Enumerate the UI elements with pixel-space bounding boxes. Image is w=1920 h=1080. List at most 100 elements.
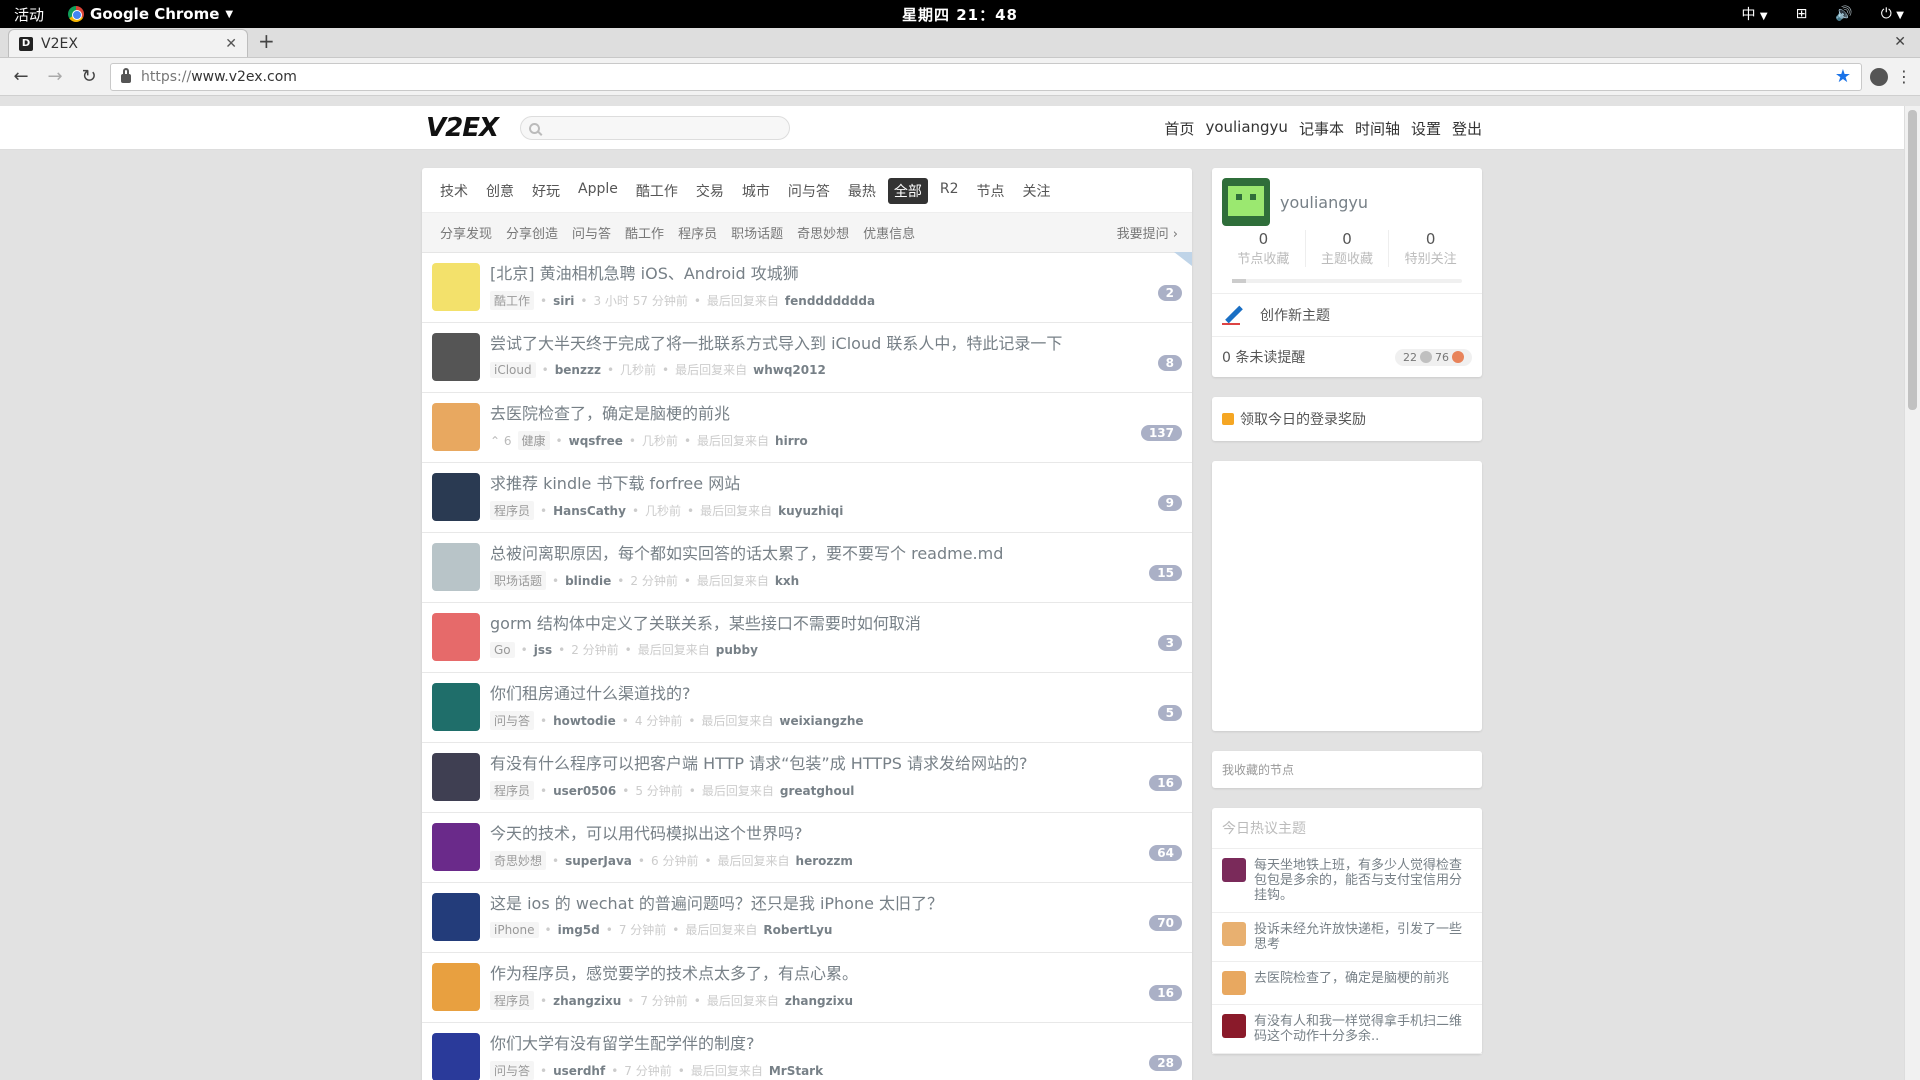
last-reply-user[interactable]: weixiangzhe (779, 714, 863, 728)
node-tag[interactable]: 职场话题 (490, 571, 547, 590)
tab-category[interactable]: 交易 (690, 178, 730, 204)
tab-category[interactable]: 创意 (480, 178, 520, 204)
author-avatar[interactable] (432, 893, 480, 941)
last-reply-user[interactable]: pubby (716, 643, 758, 657)
last-reply-user[interactable]: herozzm (796, 854, 853, 868)
tab-category[interactable]: 节点 (971, 178, 1011, 204)
topic-title[interactable]: 作为程序员，感觉要学的技术点太多了，有点心累。 (490, 963, 1149, 985)
hot-topic-avatar[interactable] (1222, 858, 1246, 882)
back-icon[interactable]: ← (8, 66, 34, 87)
profile-icon[interactable] (1870, 67, 1888, 86)
reply-count[interactable]: 2 (1157, 285, 1182, 301)
topic-author[interactable]: userdhf (553, 1064, 605, 1078)
hot-topic-link[interactable]: 去医院检查了，确定是脑梗的前兆 (1254, 971, 1449, 986)
reload-icon[interactable]: ↻ (76, 66, 102, 87)
node-tag[interactable]: iPhone (490, 921, 539, 938)
author-avatar[interactable] (432, 613, 480, 661)
tab-category[interactable]: 城市 (736, 178, 776, 204)
input-method-indicator[interactable]: 中 ▼ (1741, 4, 1767, 24)
topic-title[interactable]: gorm 结构体中定义了关联关系，某些接口不需要时如何取消 (490, 613, 1158, 635)
reply-count[interactable]: 16 (1149, 985, 1182, 1001)
reply-count[interactable]: 28 (1149, 1055, 1182, 1071)
create-topic-row[interactable]: 创作新主题 (1212, 293, 1482, 336)
nav-logout[interactable]: 登出 (1452, 118, 1482, 139)
username[interactable]: youliangyu (1280, 193, 1368, 212)
tab-category[interactable]: 酷工作 (630, 178, 684, 204)
node-tag[interactable]: 酷工作 (490, 291, 535, 310)
topic-author[interactable]: howtodie (553, 714, 616, 728)
new-tab-button[interactable]: + (258, 29, 275, 53)
topic-author[interactable]: img5d (558, 923, 600, 937)
topic-author[interactable]: siri (553, 294, 574, 308)
node-tag[interactable]: Go (490, 641, 515, 658)
subtab-node[interactable]: 职场话题 (731, 223, 783, 242)
author-avatar[interactable] (432, 473, 480, 521)
last-reply-user[interactable]: kxh (775, 574, 799, 588)
topic-title[interactable]: 这是 ios 的 wechat 的普遍问题吗？还只是我 iPhone 太旧了？ (490, 893, 1149, 915)
hot-topic-link[interactable]: 有没有人和我一样觉得拿手机扫二维码这个动作十分多余.. (1254, 1014, 1472, 1044)
scrollbar-thumb[interactable] (1908, 110, 1917, 410)
tab-category[interactable]: 最热 (842, 178, 882, 204)
reply-count[interactable]: 9 (1157, 495, 1182, 511)
power-icon[interactable]: ⏻ ▼ (1881, 6, 1904, 22)
forward-icon[interactable]: → (42, 66, 68, 87)
hot-topic-avatar[interactable] (1222, 922, 1246, 946)
author-avatar[interactable] (432, 543, 480, 591)
topic-title[interactable]: 尝试了大半天终于完成了将一批联系方式导入到 iCloud 联系人中，特此记录一下 (490, 333, 1158, 355)
subtab-node[interactable]: 酷工作 (625, 223, 664, 242)
unread-notifications[interactable]: 0 条未读提醒 (1222, 347, 1305, 367)
node-tag[interactable]: iCloud (490, 361, 536, 378)
close-tab-icon[interactable]: ✕ (225, 36, 237, 52)
reply-count[interactable]: 3 (1157, 635, 1182, 651)
node-tag[interactable]: 健康 (517, 431, 550, 450)
v2ex-logo[interactable]: V2EX (426, 113, 499, 143)
tab-category[interactable]: R2 (934, 178, 965, 204)
balance-badge[interactable]: 22 76 (1395, 348, 1472, 366)
search-input[interactable] (546, 120, 790, 136)
node-tag[interactable]: 程序员 (490, 781, 535, 800)
node-tag[interactable]: 程序员 (490, 501, 535, 520)
last-reply-user[interactable]: hirro (775, 434, 808, 448)
topic-title[interactable]: 去医院检查了，确定是脑梗的前兆 (490, 403, 1141, 425)
topic-author[interactable]: zhangzixu (553, 994, 621, 1008)
hot-topic-link[interactable]: 每天坐地铁上班，有多少人觉得检查包包是多余的，能否与支付宝信用分挂钩。 (1254, 858, 1472, 903)
last-reply-user[interactable]: MrStark (769, 1064, 823, 1078)
last-reply-user[interactable]: zhangzixu (785, 994, 853, 1008)
tab-category[interactable]: 好玩 (526, 178, 566, 204)
volume-icon[interactable]: 🔊 (1835, 6, 1852, 22)
reply-count[interactable]: 15 (1149, 565, 1182, 581)
daily-reward-box[interactable]: 领取今日的登录奖励 (1212, 397, 1482, 441)
window-close-icon[interactable]: ✕ (1894, 34, 1906, 50)
url-text[interactable]: https://www.v2ex.com (141, 69, 1825, 85)
author-avatar[interactable] (432, 753, 480, 801)
network-icon[interactable]: ⊞ (1796, 6, 1808, 22)
author-avatar[interactable] (432, 333, 480, 381)
search-box[interactable] (520, 116, 791, 140)
tab-category[interactable]: 全部 (887, 178, 928, 204)
last-reply-user[interactable]: greatghoul (780, 784, 855, 798)
clock[interactable]: 星期四 21：48 (902, 4, 1018, 25)
stat-node-favs[interactable]: 0 节点收藏 (1222, 230, 1306, 267)
node-tag[interactable]: 程序员 (490, 991, 535, 1010)
topic-author[interactable]: HansCathy (553, 504, 626, 518)
topic-author[interactable]: wqsfree (569, 434, 623, 448)
topic-author[interactable]: blindie (565, 574, 611, 588)
last-reply-user[interactable]: fenddddddda (785, 294, 875, 308)
tab-category[interactable]: 关注 (1017, 178, 1057, 204)
nav-timeline[interactable]: 时间轴 (1355, 118, 1400, 139)
last-reply-user[interactable]: RobertLyu (763, 923, 832, 937)
topic-title[interactable]: 你们大学有没有留学生配学伴的制度? (490, 1033, 1149, 1055)
stat-topic-favs[interactable]: 0 主题收藏 (1306, 230, 1390, 267)
reply-count[interactable]: 64 (1149, 845, 1182, 861)
topic-title[interactable]: 你们租房通过什么渠道找的? (490, 683, 1158, 705)
reply-count[interactable]: 70 (1149, 915, 1182, 931)
hot-topic-link[interactable]: 投诉未经允许放快递柜，引发了一些思考 (1254, 922, 1472, 952)
topic-title[interactable]: 总被问离职原因，每个都如实回答的话太累了，要不要写个 readme.md (490, 543, 1149, 565)
topic-title[interactable]: 求推荐 kindle 书下载 forfree 网站 (490, 473, 1158, 495)
node-tag[interactable]: 问与答 (490, 711, 535, 730)
topic-title[interactable]: 有没有什么程序可以把客户端 HTTP 请求“包装”成 HTTPS 请求发给网站的… (490, 753, 1149, 775)
browser-tab[interactable]: D V2EX ✕ (8, 29, 248, 57)
tab-category[interactable]: Apple (572, 178, 624, 204)
topic-title[interactable]: [北京] 黄油相机急聘 iOS、Android 攻城狮 (490, 263, 1158, 285)
create-topic-link[interactable]: 创作新主题 (1260, 305, 1330, 325)
